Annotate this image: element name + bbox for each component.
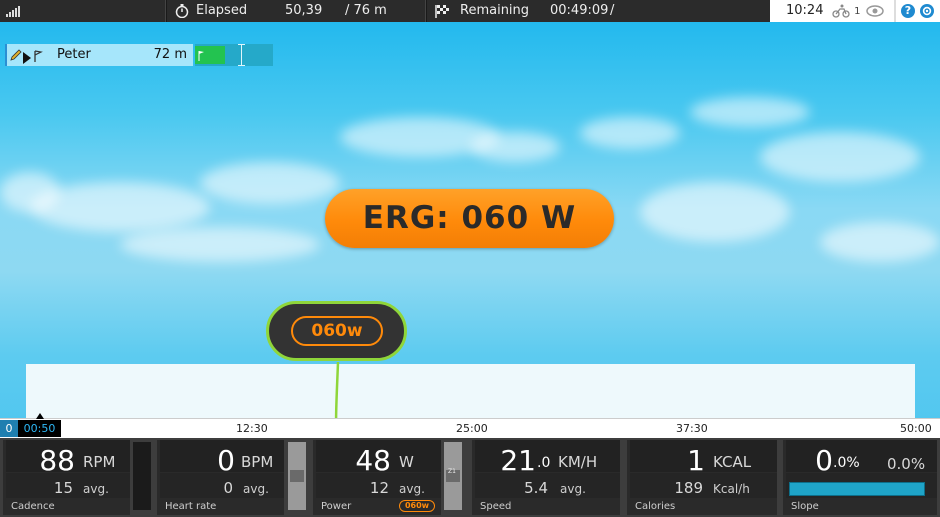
timeline-start: 0 [0,420,18,437]
calories-avg-label: Kcal/h [713,482,750,496]
heart-rate-label: Heart rate [165,501,217,512]
cadence-avg-label: avg. [83,482,109,496]
target-watts-pill: 060w [291,316,383,346]
slope-tile: 0 .0% 0.0% Slope [783,440,937,515]
slope-label: Slope [791,501,819,512]
power-avg-label: avg. [399,482,425,496]
power-zone-bar: Z1 [444,442,462,510]
cadence-avg: 15 [53,479,73,497]
power-avg: 12 [369,479,389,497]
metrics-panel: 88 RPM 15 avg. Cadence 0 BPM 0 avg. Hear… [0,438,940,517]
calories-label: Calories [635,501,676,512]
speed-avg: 5.4 [524,479,548,497]
timeline-mark: 25:00 [456,422,488,435]
power-label: Power [321,501,352,512]
power-unit: W [399,453,414,471]
heart-rate-unit: BPM [241,453,274,471]
heart-rate-tile: 0 BPM 0 avg. Heart rate [157,440,284,515]
calories-tile: 1 KCAL 189 Kcal/h Calories [627,440,777,515]
timeline-current-time: 00:50 [18,420,61,437]
slope-indicator-bar [789,482,925,496]
heart-rate-avg-label: avg. [243,482,269,496]
heart-rate-zone-bar [288,442,306,510]
slope-value: 0 [815,444,833,477]
heart-rate-value: 0 [217,444,235,477]
heart-rate-avg: 0 [223,479,233,497]
target-watts-bubble: 060w [266,301,407,361]
timeline-cursor [36,413,44,419]
timeline-mark: 37:30 [676,422,708,435]
calories-avg: 189 [674,479,703,497]
timeline-mark: 50:00 [900,422,932,435]
power-value: 48 [355,444,391,477]
speed-unit: KM/H [558,453,598,471]
speed-value: 21 [500,444,536,477]
power-tile: 48 W 12 avg. Power 060w [313,440,441,515]
cadence-unit: RPM [83,453,116,471]
calories-unit: KCAL [713,453,752,471]
cadence-zone-bar [133,442,151,510]
speed-avg-label: avg. [560,482,586,496]
cadence-label: Cadence [11,501,55,512]
speed-decimal: .0 [537,455,551,471]
power-zone-label: Z1 [448,468,456,475]
speed-tile: 21 .0 KM/H 5.4 avg. Speed [472,440,620,515]
timeline-mark: 12:30 [236,422,268,435]
power-target-pill: 060w [399,500,435,512]
speed-label: Speed [480,501,512,512]
cadence-tile: 88 RPM 15 avg. Cadence [3,440,130,515]
slope-decimal: .0% [833,455,860,471]
workout-timeline[interactable]: 0 00:50 12:30 25:00 37:30 50:00 [0,413,940,438]
slope-target: 0.0% [887,455,926,473]
cadence-value: 88 [39,444,75,477]
calories-value: 1 [687,444,705,477]
